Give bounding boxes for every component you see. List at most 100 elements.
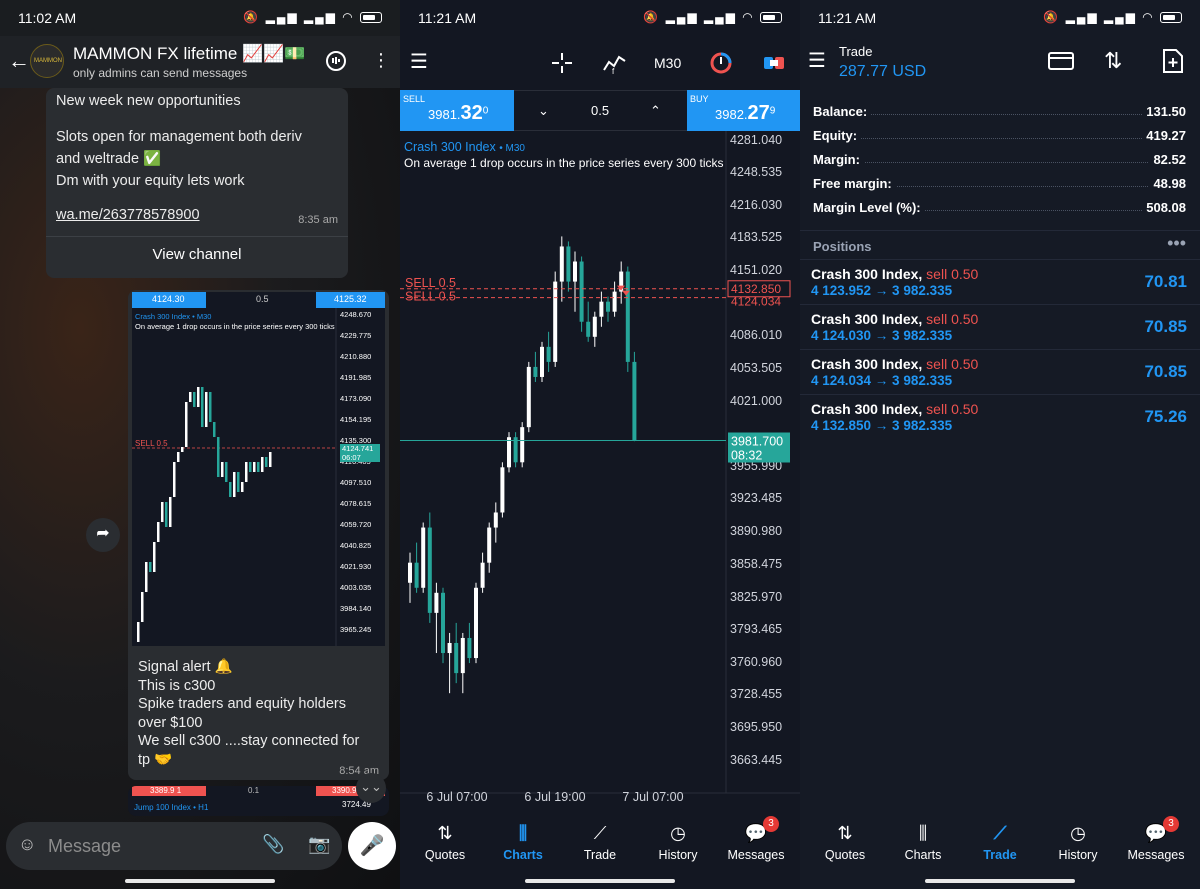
buy-button[interactable]: BUY 3982.279	[687, 90, 800, 131]
chart-toolbar: ☰ f M30	[400, 36, 800, 90]
position-symbol-name: Crash 300 Index,	[811, 401, 923, 417]
candle-body	[573, 261, 577, 282]
indicators-icon[interactable]: f	[603, 52, 627, 79]
partial-symbol: Jump 100 Index • H1	[134, 803, 209, 812]
position-prices: 4 124.034 → 3 982.335	[811, 373, 953, 388]
candle-body	[408, 562, 412, 583]
account-value: 508.08	[1142, 200, 1186, 215]
mini-candle-body	[165, 502, 168, 527]
leader-dots	[813, 162, 1186, 163]
mini-candle-body	[185, 402, 188, 447]
forward-icon[interactable]: ➦	[86, 518, 120, 552]
mini-axis-tick: 4078.615	[340, 499, 372, 508]
mini-candle-body	[229, 482, 232, 497]
trade-header: ☰ Trade 287.77 USD ⇅	[800, 36, 1200, 92]
attach-icon[interactable]: 📎	[262, 834, 284, 855]
nav-messages[interactable]: 💬 Messages 3	[1117, 816, 1195, 862]
view-channel-button[interactable]: View channel	[46, 246, 348, 263]
chart-type-icon[interactable]	[710, 52, 732, 79]
x-tick-label: 6 Jul 07:00	[426, 790, 487, 801]
message-input[interactable]	[48, 832, 248, 860]
deposit-card-icon[interactable]	[1048, 50, 1074, 77]
mini-candle-body	[237, 472, 240, 492]
mini-axis-tick: 4021.930	[340, 562, 372, 571]
more-icon[interactable]: •••	[1167, 233, 1186, 254]
mini-candle-body	[261, 457, 264, 472]
channel-avatar[interactable]: MAMMON	[30, 44, 64, 78]
message-text: and weltrade ✅	[56, 151, 162, 167]
message-line: We sell c300 ....stay connected for	[138, 733, 360, 749]
new-order-icon[interactable]	[1162, 48, 1184, 79]
channel-info-icon[interactable]	[325, 50, 347, 77]
nav-quotes[interactable]: ⇅ Quotes	[806, 820, 884, 862]
message-link[interactable]: wa.me/263778578900	[56, 204, 200, 226]
price-chart[interactable]: 4281.040 4248.535 4216.030 4183.525 4151.020…	[400, 131, 800, 801]
candle-body	[467, 637, 472, 659]
position-row[interactable]: Crash 300 Index, sell 0.50 4 123.952 → 3 …	[800, 259, 1200, 304]
position-row[interactable]: Crash 300 Index, sell 0.50 4 124.030 → 3 …	[800, 304, 1200, 349]
mini-candle-body	[233, 472, 236, 497]
crosshair-icon[interactable]	[551, 52, 573, 79]
candle-body	[507, 437, 511, 468]
account-key: Equity:	[813, 128, 862, 143]
timeframe-button[interactable]: M30	[654, 55, 681, 71]
message-bubble-image: 4124.30 0.5 4125.32 Crash 300 Index • M3…	[128, 290, 389, 780]
mini-candle-body	[249, 462, 252, 472]
more-options-icon[interactable]: ⋮	[372, 50, 390, 71]
volume-increase-icon[interactable]: ⌃	[650, 103, 661, 119]
position-side: sell 0.50	[926, 401, 979, 417]
candle-body	[520, 427, 525, 463]
scroll-down-icon[interactable]: ⌄⌄	[356, 773, 386, 803]
order-price-tag: 4124.034	[731, 295, 781, 309]
mini-candle-body	[169, 497, 172, 527]
account-value: 419.27	[1142, 128, 1186, 143]
mini-axis-tick: 4003.035	[340, 583, 372, 592]
nav-label: Messages	[727, 848, 785, 862]
y-tick-label: 3923.485	[730, 491, 782, 505]
sell-order-label: SELL 0.5	[405, 276, 456, 290]
position-symbol-name: Crash 300 Index,	[811, 266, 923, 282]
menu-icon[interactable]: ☰	[410, 49, 428, 74]
position-row[interactable]: Crash 300 Index, sell 0.50 4 124.034 → 3 …	[800, 349, 1200, 394]
emoji-icon[interactable]: ☺	[18, 834, 36, 855]
mini-candle-body	[181, 447, 184, 452]
mini-candle-body	[153, 542, 156, 572]
nav-charts[interactable]: ⫼ Charts	[484, 820, 562, 862]
sort-icon[interactable]: ⇅	[1104, 48, 1122, 74]
nav-charts[interactable]: ⫼ Charts	[884, 820, 962, 862]
account-row: Free margin: 48.98	[813, 173, 1186, 195]
header-balance: 287.77 USD	[839, 63, 927, 80]
volume-decrease-icon[interactable]: ⌄	[538, 103, 549, 119]
one-click-trading-icon[interactable]	[762, 52, 786, 79]
status-bar: 11:21 AM 🔕 ▂▄▆ ▂▄▆ ◠	[800, 0, 1200, 36]
nav-history[interactable]: ◷ History	[1039, 820, 1117, 862]
nav-history[interactable]: ◷ History	[639, 820, 717, 862]
mini-price-tag: 4124.741 06:07	[340, 444, 380, 462]
message-bubble-image-partial[interactable]: 3389.9 1 0.1 3390.9 Jump 100 Index • H1 …	[128, 786, 389, 816]
nav-trade[interactable]: ⟋ Trade	[961, 820, 1039, 862]
position-prices: 4 124.030 → 3 982.335	[811, 328, 953, 343]
back-arrow-icon[interactable]: ←	[8, 48, 30, 74]
nav-messages[interactable]: 💬 Messages 3	[717, 816, 795, 862]
channel-name[interactable]: MAMMON FX lifetime 📈📈💵	[73, 44, 306, 64]
volume-value[interactable]: 0.5	[591, 103, 609, 118]
mic-button[interactable]: 🎤	[348, 822, 396, 870]
y-tick-label: 3728.455	[730, 687, 782, 701]
nav-trade[interactable]: ⟋ Trade	[561, 820, 639, 862]
battery-icon	[760, 12, 782, 24]
battery-icon	[1160, 12, 1182, 24]
y-tick-label: 3663.445	[730, 753, 782, 767]
nav-label: Quotes	[424, 848, 466, 862]
nav-quotes[interactable]: ⇅ Quotes	[406, 820, 484, 862]
menu-icon[interactable]: ☰	[808, 48, 826, 73]
y-tick-label: 4248.535	[730, 165, 782, 179]
sell-price-big: 32	[460, 102, 483, 124]
chart-screenshot-image[interactable]: 4124.30 0.5 4125.32 Crash 300 Index • M3…	[132, 292, 385, 646]
candle-body	[566, 246, 571, 282]
mini-candle-body	[241, 482, 244, 492]
camera-icon[interactable]: 📷	[308, 834, 330, 855]
position-row[interactable]: Crash 300 Index, sell 0.50 4 132.850 → 3 …	[800, 394, 1200, 439]
sell-button[interactable]: SELL 3981.320	[400, 90, 514, 131]
sell-price-sup: 0	[482, 105, 489, 117]
mini-candle-body	[173, 462, 176, 497]
